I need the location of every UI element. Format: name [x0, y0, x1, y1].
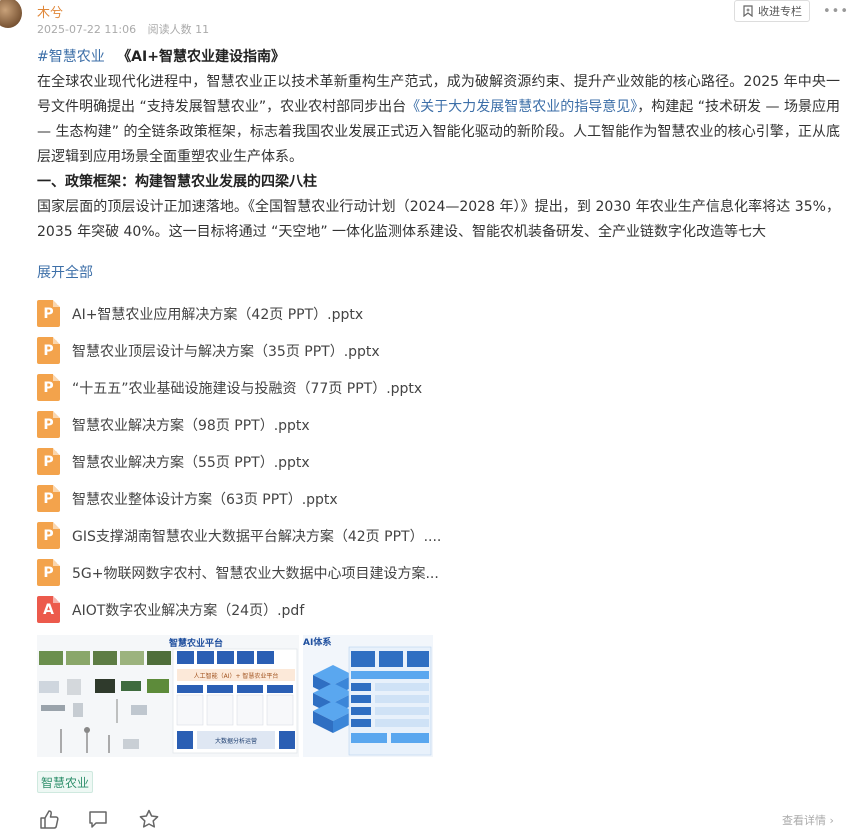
read-count: 阅读人数 11	[147, 23, 210, 36]
thumbs-up-icon[interactable]	[38, 808, 60, 830]
attachment-name: 智慧农业整体设计方案（63页 PPT）.pptx	[72, 491, 338, 508]
post-date: 2025-07-22 11:06	[37, 23, 137, 36]
attachment-name: 智慧农业顶层设计与解决方案（35页 PPT）.pptx	[72, 343, 380, 360]
collect-label: 收进专栏	[758, 5, 802, 18]
more-dots-icon[interactable]: •••	[823, 4, 849, 19]
chevron-right-icon: ›	[829, 814, 834, 827]
post-meta: 2025-07-22 11:06 阅读人数 11	[37, 21, 209, 37]
article-body: #智慧农业 《AI+智慧农业建设指南》 在全球农业现代化进程中，智慧农业正以技术…	[37, 45, 840, 245]
paragraph-1: 在全球农业现代化进程中，智慧农业正以技术革新重构生产范式，成为破解资源约束、提升…	[37, 70, 840, 170]
hashtag-link[interactable]: #智慧农业	[37, 49, 105, 65]
attachment-item[interactable]: P 智慧农业解决方案（55页 PPT）.pptx	[37, 443, 537, 480]
attachment-name: 智慧农业解决方案（55页 PPT）.pptx	[72, 454, 310, 471]
section-title: 一、政策框架：构建智慧农业发展的四梁八柱	[37, 174, 317, 190]
paragraph-2: 国家层面的顶层设计正加速落地。《全国智慧农业行动计划（2024—2028 年）》…	[37, 199, 840, 240]
collect-to-column-button[interactable]: 收进专栏	[734, 0, 810, 22]
expand-all-link[interactable]: 展开全部	[37, 262, 93, 282]
platform-bottom-text: 大数据分析运营	[214, 738, 257, 745]
ai-system-diagram-thumbnail	[303, 635, 433, 757]
policy-link[interactable]: 《关于大力发展智慧农业的指导意见》	[406, 99, 637, 115]
pptx-file-icon: P	[37, 411, 60, 438]
article-heading-line: #智慧农业 《AI+智慧农业建设指南》	[37, 45, 840, 70]
pptx-file-icon: P	[37, 448, 60, 475]
pdf-file-icon: A	[37, 596, 60, 623]
preview-image-platform[interactable]: 智慧农业平台 人工智能（AI）+ 智慧农业平台 大数据分析运营	[37, 635, 299, 757]
attachment-name: 智慧农业解决方案（98页 PPT）.pptx	[72, 417, 310, 434]
attachment-item[interactable]: P GIS支撑湖南智慧农业大数据平台解决方案（42页 PPT）....	[37, 517, 537, 554]
platform-title-text: 智慧农业平台	[169, 639, 224, 649]
article-title: 《AI+智慧农业建设指南》	[117, 49, 285, 65]
author-avatar[interactable]	[0, 0, 22, 28]
author-name[interactable]: 木兮	[37, 2, 63, 21]
attachment-item[interactable]: A AIOT数字农业解决方案（24页）.pdf	[37, 591, 537, 628]
attachment-item[interactable]: P 智慧农业解决方案（98页 PPT）.pptx	[37, 406, 537, 443]
pptx-file-icon: P	[37, 374, 60, 401]
attachment-item[interactable]: P 5G+物联网数字农村、智慧农业大数据中心项目建设方案...	[37, 554, 537, 591]
preview-image-ai-system[interactable]: AI体系	[303, 635, 433, 757]
attachment-name: 5G+物联网数字农村、智慧农业大数据中心项目建设方案...	[72, 565, 439, 582]
attachment-name: “十五五”农业基础设施建设与投融资（77页 PPT）.pptx	[72, 380, 423, 397]
star-icon[interactable]	[138, 808, 160, 830]
comment-icon[interactable]	[87, 808, 109, 830]
pptx-file-icon: P	[37, 559, 60, 586]
view-details-label: 查看详情	[782, 814, 826, 827]
pptx-file-icon: P	[37, 337, 60, 364]
attachment-item[interactable]: P AI+智慧农业应用解决方案（42页 PPT）.pptx	[37, 295, 537, 332]
attachment-item[interactable]: P “十五五”农业基础设施建设与投融资（77页 PPT）.pptx	[37, 369, 537, 406]
pptx-file-icon: P	[37, 522, 60, 549]
bookmark-icon	[743, 5, 753, 17]
pptx-file-icon: P	[37, 300, 60, 327]
platform-banner-text: 人工智能（AI）+ 智慧农业平台	[193, 673, 279, 680]
pptx-file-icon: P	[37, 485, 60, 512]
attachment-list: P AI+智慧农业应用解决方案（42页 PPT）.pptx P 智慧农业顶层设计与解决…	[37, 295, 537, 628]
ai-system-title-text: AI体系	[303, 638, 332, 648]
attachment-name: AI+智慧农业应用解决方案（42页 PPT）.pptx	[72, 306, 364, 323]
view-details-link[interactable]: 查看详情 ›	[782, 812, 834, 828]
attachment-item[interactable]: P 智慧农业顶层设计与解决方案（35页 PPT）.pptx	[37, 332, 537, 369]
attachment-item[interactable]: P 智慧农业整体设计方案（63页 PPT）.pptx	[37, 480, 537, 517]
attachment-name: GIS支撑湖南智慧农业大数据平台解决方案（42页 PPT）....	[72, 528, 442, 545]
attachment-name: AIOT数字农业解决方案（24页）.pdf	[72, 602, 305, 619]
topic-tag[interactable]: 智慧农业	[37, 771, 94, 793]
